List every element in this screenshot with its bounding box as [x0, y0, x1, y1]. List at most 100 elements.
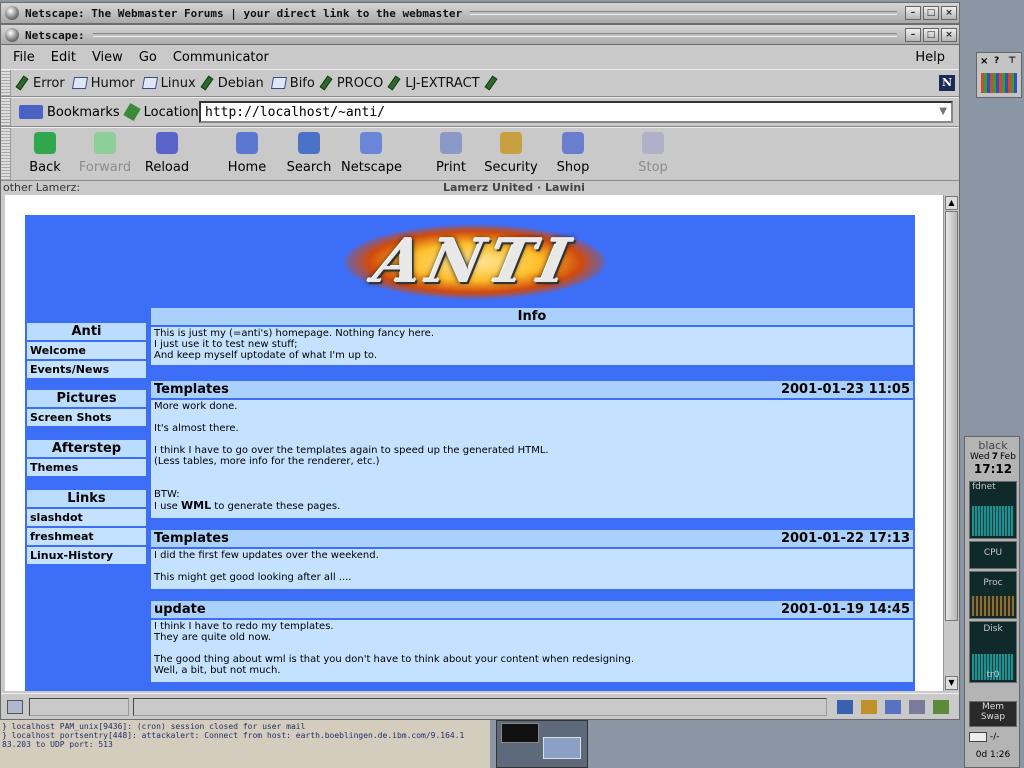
anti-logo: ANTI: [325, 219, 625, 305]
month-label: Feb: [1000, 452, 1016, 462]
sidebar-link[interactable]: Events/News: [27, 361, 146, 380]
info-heading: Info: [517, 309, 547, 324]
post-body: More work done. It's almost there. I thi…: [151, 400, 913, 518]
pen-icon: [15, 75, 29, 91]
menu-file[interactable]: File: [13, 50, 35, 65]
maximize-button[interactable]: □: [923, 28, 939, 42]
bookmark-lj-extract[interactable]: LJ-EXTRACT: [387, 75, 480, 91]
reload-button[interactable]: Reload: [137, 128, 197, 175]
location-icon[interactable]: [122, 102, 141, 122]
menu-help[interactable]: Help: [915, 50, 945, 65]
netscape-button[interactable]: Netscape: [341, 128, 402, 175]
bookmark-extra[interactable]: [484, 75, 502, 91]
sidebar-group-afterstep: Afterstep Themes: [27, 440, 146, 478]
desktop-pager[interactable]: [496, 720, 588, 768]
terminal-log[interactable]: } localhost PAM_unix[9436]: (cron) sessi…: [0, 720, 490, 768]
menu-view[interactable]: View: [92, 50, 123, 65]
sidebar-link[interactable]: Welcome: [27, 342, 146, 361]
back-button[interactable]: Back: [15, 128, 75, 175]
home-icon: [236, 132, 258, 154]
bookmark-label: Linux: [160, 75, 196, 91]
post-text: I did the first few updates over the wee…: [154, 550, 379, 583]
chevron-down-icon[interactable]: ▼: [939, 106, 947, 117]
bookmark-label: Error: [33, 75, 65, 91]
browser-window-titlebar[interactable]: Netscape: – □ ×: [0, 24, 960, 46]
outer-window-titlebar[interactable]: Netscape: The Webmaster Forums | your di…: [0, 2, 960, 24]
url-input[interactable]: http://localhost/~anti/: [199, 101, 953, 123]
bookmark-error[interactable]: Error: [15, 75, 65, 91]
maximize-button[interactable]: □: [923, 6, 939, 20]
vertical-scrollbar[interactable]: ▲ ▼: [943, 195, 959, 691]
close-icon[interactable]: ×: [980, 56, 988, 67]
newsgroups-icon[interactable]: [885, 699, 901, 714]
lock-icon: [500, 132, 522, 154]
bookmark-bifo[interactable]: Bifo: [270, 76, 315, 91]
bookmarks-icon[interactable]: [19, 105, 43, 119]
status-bar: [1, 693, 959, 719]
security-status-icon[interactable]: [7, 699, 23, 714]
info-line: This is just my (=anti's) homepage. Noth…: [154, 328, 435, 339]
window-buttons-panel[interactable]: × ? ⊤: [976, 52, 1022, 98]
post-date: 2001-01-19 14:45: [780, 602, 910, 617]
iconify-button[interactable]: –: [905, 6, 921, 20]
toolbar-grip[interactable]: [1, 70, 11, 96]
window-menu-icon[interactable]: [5, 6, 19, 20]
control-panel-icon[interactable]: [981, 73, 1017, 93]
scroll-down-icon[interactable]: ▼: [945, 676, 958, 690]
address-book-icon[interactable]: [909, 699, 925, 714]
mail-icon[interactable]: [861, 699, 877, 714]
window-menu-icon[interactable]: [5, 28, 19, 42]
search-button[interactable]: Search: [279, 128, 339, 175]
pen-icon: [387, 75, 401, 91]
sidebar-link[interactable]: slashdot: [27, 509, 146, 528]
pager-desk-1[interactable]: [501, 723, 539, 743]
toolbar-grip[interactable]: [1, 98, 11, 126]
print-button[interactable]: Print: [421, 128, 481, 175]
iconify-button[interactable]: –: [905, 28, 921, 42]
mail-applet[interactable]: -/- 0d 1:26: [969, 729, 1017, 765]
sidebar-group-pictures: Pictures Screen Shots: [27, 390, 146, 428]
bookmark-debian[interactable]: Debian: [200, 76, 264, 91]
composer-icon[interactable]: [933, 699, 949, 714]
toolbar-grip[interactable]: [1, 128, 11, 180]
pager-desk-2[interactable]: [543, 737, 581, 759]
stop-button[interactable]: Stop: [623, 128, 683, 175]
sidebar-link[interactable]: freshmeat: [27, 528, 146, 547]
date-line: Wed 7 Feb: [969, 452, 1017, 462]
post-date: 2001-01-22 17:13: [780, 531, 910, 546]
menu-communicator[interactable]: Communicator: [173, 50, 269, 65]
security-button[interactable]: Security: [481, 128, 541, 175]
bookmark-humor[interactable]: Humor: [71, 76, 135, 91]
mail-row: -/-: [969, 732, 1017, 742]
post-title: Templates: [154, 382, 229, 397]
post-title: update: [154, 602, 206, 617]
scroll-up-icon[interactable]: ▲: [945, 196, 958, 210]
bookmark-proco[interactable]: PROCO: [319, 76, 383, 91]
close-button[interactable]: ×: [941, 28, 957, 42]
sidebar-link[interactable]: Screen Shots: [27, 409, 146, 428]
mail-icon[interactable]: [969, 732, 987, 742]
bookmarks-button[interactable]: Bookmarks: [47, 105, 120, 120]
bookmark-linux[interactable]: Linux: [141, 75, 196, 91]
net-graph: [972, 506, 1014, 536]
post-link-wml[interactable]: WML: [181, 499, 211, 512]
stop-icon: [642, 132, 664, 154]
sidebar-link[interactable]: Themes: [27, 459, 146, 478]
sidebar-link[interactable]: Linux-History: [27, 547, 146, 566]
info-panel: Info This is just my (=anti's) homepage.…: [151, 308, 913, 365]
menu-go[interactable]: Go: [139, 50, 157, 65]
close-button[interactable]: ×: [941, 6, 957, 20]
folder-icon: [270, 77, 287, 89]
home-button[interactable]: Home: [217, 128, 277, 175]
pin-icon[interactable]: ⊤: [1008, 56, 1016, 66]
news-post: Templates 2001-01-23 11:05 More work done.…: [151, 381, 913, 518]
shop-button[interactable]: Shop: [543, 128, 603, 175]
page-viewport: ANTI Anti Welcome Events/News Pictures Scree…: [5, 195, 943, 691]
netscape-logo-icon[interactable]: N: [939, 75, 955, 91]
scrollbar-thumb[interactable]: [945, 211, 958, 621]
navigator-icon[interactable]: [837, 699, 853, 714]
menu-edit[interactable]: Edit: [51, 50, 76, 65]
forward-button[interactable]: Forward: [75, 128, 135, 175]
help-icon[interactable]: ?: [994, 56, 999, 66]
frame-left-title: other Lamerz:: [3, 180, 81, 194]
